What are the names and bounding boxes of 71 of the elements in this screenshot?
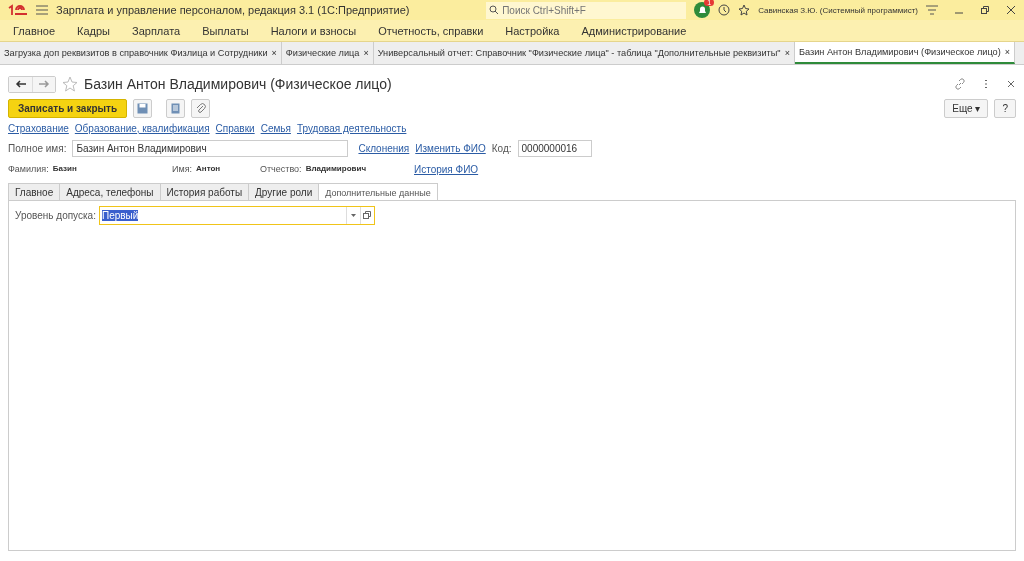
right-arrow-icon [38,80,50,88]
close-tab-button[interactable]: × [363,48,369,58]
logo-icon [8,4,28,16]
menu-item[interactable]: Главное [2,24,67,37]
menu-item[interactable]: Администрирование [570,24,698,37]
tab-label: Универсальный отчет: Справочник "Физические лица" - таблица "Дополнительные реквизиты" [377,48,781,58]
name-part-value: Базин [52,164,77,174]
left-arrow-icon [14,80,27,88]
close-icon[interactable] [1006,5,1016,15]
search-field[interactable]: Поиск Ctrl+Shift+F [486,1,687,19]
menu-item[interactable]: Зарплата [121,24,192,37]
settings-menu-icon[interactable] [926,5,938,15]
close-icon[interactable] [1006,79,1016,89]
menu-item[interactable]: Настройка [494,24,571,37]
form-tab[interactable]: Дополнительные данные [318,183,438,201]
section-link[interactable]: Образование, квалификация [74,122,210,134]
close-tab-button[interactable]: × [271,48,277,58]
menu-item[interactable]: Выплаты [191,24,260,37]
section-link[interactable]: Семья [260,122,291,134]
section-link[interactable]: Трудовая деятельность [296,122,407,134]
star-icon[interactable] [62,76,78,92]
save-and-close-button[interactable]: Записать и закрыть [8,98,128,118]
back-button[interactable] [9,76,32,92]
tab-label: Загрузка доп реквизитов в справочник Физлица и Сотрудники [4,48,268,58]
more-button[interactable]: Еще ▾ [944,98,989,118]
name-part-value: Антон [196,164,221,174]
star-icon[interactable] [738,4,751,16]
tab-label: Базин Антон Владимирович (Физическое лицо) [798,47,1001,57]
code-field[interactable]: 0000000016 [517,139,592,157]
change-name-link[interactable]: Изменить ФИО [415,142,486,154]
close-tab-button[interactable]: × [1004,47,1011,57]
form-tab[interactable]: Главное [8,183,61,201]
code-label: Код: [491,142,512,154]
paperclip-icon [195,102,207,114]
name-part-label: Фамилия: [8,164,49,174]
name-part-value: Владимирович [305,164,367,174]
name-history-link[interactable]: История ФИО [414,163,479,175]
menu-icon[interactable] [36,5,48,15]
form-tab[interactable]: Адреса, телефоны [59,183,161,201]
bell-icon [697,5,707,15]
window-title: Зарплата и управление персоналом, редакция 3.1 (1С:Предприятие) [56,4,410,16]
access-level-field[interactable]: Первый [98,205,375,225]
history-icon[interactable] [718,4,731,16]
help-button[interactable]: ? [994,98,1016,118]
user-name[interactable]: Савинская З.Ю. (Системный программист) [758,5,918,15]
close-tab-button[interactable]: × [784,48,790,58]
save-button[interactable] [133,98,153,118]
menu-item[interactable]: Отчетность, справки [367,24,495,37]
form-tab[interactable]: История работы [159,183,250,201]
name-part-label: Имя: [172,164,193,174]
attachment-button[interactable] [191,98,211,118]
declension-link[interactable]: Склонения [358,142,410,154]
access-level-label: Уровень допуска: [15,209,96,221]
document-icon [171,102,181,114]
menu-item[interactable]: Кадры [66,24,121,37]
full-name-label: Полное имя: [8,142,67,154]
section-link[interactable]: Справки [215,122,255,134]
name-part-label: Отчество: [260,164,302,174]
form-tab[interactable]: Другие роли [248,183,320,201]
document-button[interactable] [166,98,186,118]
section-link[interactable]: Страхование [8,122,69,134]
menu-item[interactable]: Налоги и взносы [259,24,368,37]
open-window-tab[interactable]: Базин Антон Владимирович (Физическое лицо) × [794,42,1016,64]
link-icon[interactable] [954,78,966,90]
selected-value: Первый [101,210,139,221]
caret-icon [350,213,356,217]
full-name-field[interactable]: Базин Антон Владимирович [72,139,349,157]
restore-icon[interactable] [980,5,990,15]
open-window-icon [363,211,372,219]
form-title: Базин Антон Владимирович (Физическое лицо) [84,76,392,92]
tab-label: Физические лица [285,48,360,58]
